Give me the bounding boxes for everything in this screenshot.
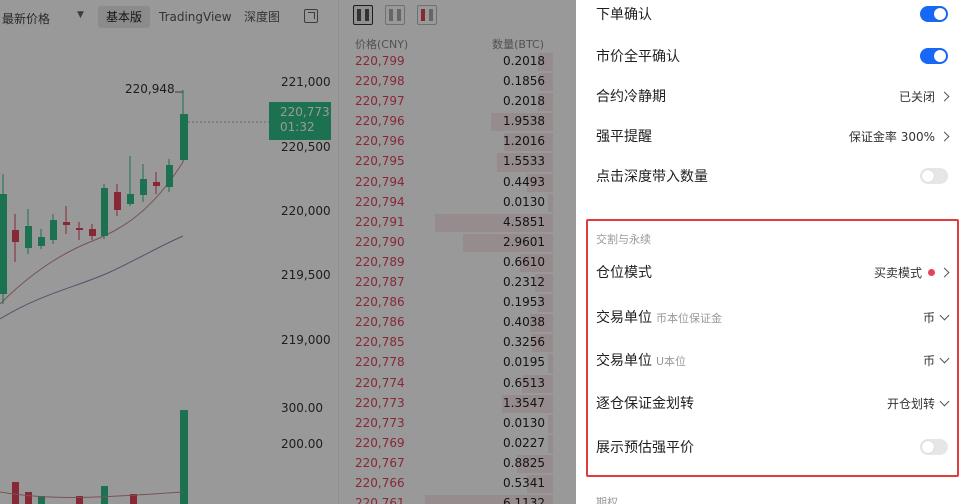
setting-sublabel: U本位 xyxy=(656,355,687,368)
setting-unit-coin-margin[interactable]: 交易单位 币本位保证金 币 xyxy=(596,305,950,329)
chevron-right-icon xyxy=(939,267,950,277)
setting-label: 逐仓保证金划转 xyxy=(596,396,694,412)
dim-overlay[interactable] xyxy=(0,0,576,504)
setting-unit-u-margin[interactable]: 交易单位 U本位 币 xyxy=(596,348,950,372)
unit-coin-value: 币 xyxy=(922,310,935,325)
unit-u-value: 币 xyxy=(922,353,935,368)
setting-depth-click: 点击深度带入数量 xyxy=(596,164,948,188)
setting-label: 合约冷静期 xyxy=(596,89,666,105)
section-title: 交割与永续 xyxy=(596,233,651,246)
setting-show-liq-price: 展示预估强平价 xyxy=(596,435,948,459)
cooldown-value: 已关闭 xyxy=(898,89,935,104)
setting-label: 下单确认 xyxy=(596,7,652,23)
setting-sublabel: 币本位保证金 xyxy=(656,312,722,325)
setting-label: 市价全平确认 xyxy=(596,49,680,65)
setting-label: 展示预估强平价 xyxy=(596,440,694,456)
depth-click-toggle[interactable] xyxy=(920,168,948,184)
market-close-confirm-toggle[interactable] xyxy=(920,48,948,64)
setting-market-close-confirm: 市价全平确认 xyxy=(596,44,948,68)
setting-order-confirm: 下单确认 xyxy=(596,2,948,26)
order-confirm-toggle[interactable] xyxy=(920,6,948,22)
margin-transfer-value: 开仓划转 xyxy=(886,396,935,411)
liq-alert-value: 保证金率 300% xyxy=(848,129,935,144)
setting-label: 强平提醒 xyxy=(596,129,652,145)
setting-cooldown[interactable]: 合约冷静期 已关闭 xyxy=(596,84,950,108)
position-mode-value: 买卖模式 xyxy=(873,265,922,280)
chevron-down-icon xyxy=(939,310,950,320)
chevron-down-icon xyxy=(939,396,950,406)
chevron-down-icon xyxy=(939,353,950,363)
setting-label: 仓位模式 xyxy=(596,265,652,281)
trading-screen: 最新价格 ▼ 基本版 TradingView 深度图 220,948 221,0… xyxy=(0,0,976,504)
setting-margin-transfer[interactable]: 逐仓保证金划转 开仓划转 xyxy=(596,391,950,415)
chevron-right-icon xyxy=(939,131,950,141)
setting-label: 交易单位 U本位 xyxy=(596,353,687,369)
settings-drawer: 下单确认 市价全平确认 合约冷静期 已关闭 强平提醒 保证金率 300% 点击深… xyxy=(576,0,976,504)
show-liq-price-toggle[interactable] xyxy=(920,439,948,455)
chevron-right-icon xyxy=(939,91,950,101)
next-section-title: 期权 xyxy=(596,496,618,504)
setting-label: 交易单位 币本位保证金 xyxy=(596,310,722,326)
setting-position-mode[interactable]: 仓位模式 买卖模式 xyxy=(596,260,950,284)
notification-dot-icon xyxy=(928,268,935,276)
setting-label: 点击深度带入数量 xyxy=(596,169,708,185)
setting-liquidation-alert[interactable]: 强平提醒 保证金率 300% xyxy=(596,124,950,148)
